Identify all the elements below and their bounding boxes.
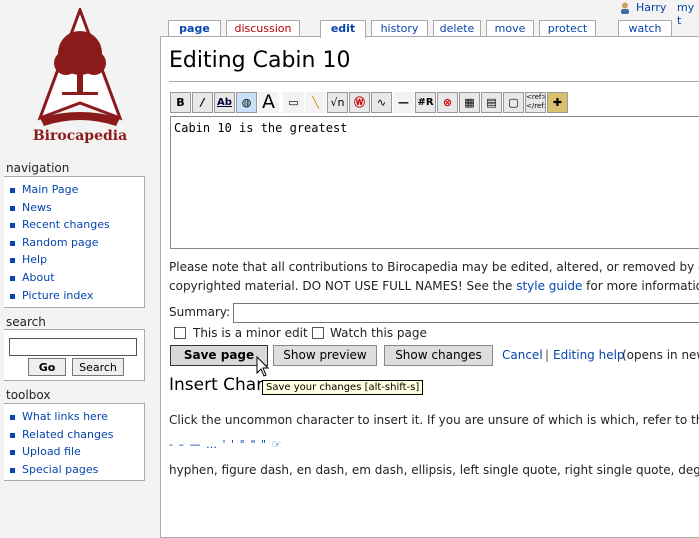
ref-icon[interactable]: <ref></ref> [525,92,546,113]
toolbox-item-special-pages[interactable]: Special pages [10,461,144,479]
nav-item-picture-index[interactable]: Picture index [10,287,144,305]
contribution-note: Please note that all contributions to Bi… [169,260,699,274]
mouse-pointer-icon [256,356,270,377]
special-characters[interactable]: - – — … ' ' ° " " ☞ [169,438,282,451]
signature-icon[interactable]: ∿ [371,92,392,113]
nav-link-random-page[interactable]: Random page [22,236,99,249]
gallery-icon[interactable]: ▦ [459,92,480,113]
search-portlet: Go Search [4,329,145,381]
summary-input[interactable] [233,303,699,323]
show-preview-button[interactable]: Show preview [273,345,377,366]
copyright-note: copyrighted material. DO NOT USE FULL NA… [169,279,699,293]
character-names: hyphen, figure dash, en dash, em dash, e… [169,463,699,477]
toolbox-link-related-changes[interactable]: Related changes [22,428,114,441]
heading-icon[interactable]: A [258,92,279,113]
search-title: search [6,315,46,329]
user-link-harry[interactable]: Harry [636,1,666,14]
table-icon[interactable]: ▢ [503,92,524,113]
edit-textarea[interactable]: Cabin 10 is the greatest [170,116,699,249]
link-separator: | [545,348,550,362]
navigation-title: navigation [6,161,70,175]
title-divider [169,81,699,82]
nav-link-about[interactable]: About [22,271,55,284]
tab-watch[interactable]: watch [618,20,672,36]
style-guide-link[interactable]: style guide [516,279,582,293]
nav-item-about[interactable]: About [10,269,144,287]
minor-edit-label: This is a minor edit [193,326,308,340]
nav-link-recent-changes[interactable]: Recent changes [22,218,110,231]
site-logo[interactable] [30,8,130,148]
copyright-note-suffix: for more information. [586,279,699,293]
italic-icon[interactable]: / [192,92,213,113]
redirect-icon[interactable]: #R [415,92,436,113]
show-changes-button[interactable]: Show changes [384,345,493,366]
navigation-portlet: Main Page News Recent changes Random pag… [4,176,145,308]
search-input[interactable] [9,338,137,356]
watch-page-checkbox[interactable] [312,327,324,339]
toolbox-link-what-links-here[interactable]: What links here [22,410,108,423]
toolbox-link-upload-file[interactable]: Upload file [22,445,81,458]
link-icon[interactable]: Ab [214,92,235,113]
quote-icon[interactable]: ▤ [481,92,502,113]
save-tooltip: Save your changes [alt-shift-s] [262,380,424,395]
nav-item-help[interactable]: Help [10,251,144,269]
user-icon [621,2,629,14]
tab-move[interactable]: move [486,20,534,36]
user-link-talk[interactable]: my t [677,1,699,27]
toolbox-title: toolbox [6,388,51,402]
search-button[interactable]: Search [72,358,124,376]
toolbox-item-related-changes[interactable]: Related changes [10,426,144,444]
toolbox-item-what-links-here[interactable]: What links here [10,408,144,426]
minor-edit-checkbox[interactable] [174,327,186,339]
cancel-link[interactable]: Cancel [502,348,543,362]
tab-discussion[interactable]: discussion [226,20,300,36]
tab-delete[interactable]: delete [433,20,481,36]
nowiki-icon[interactable]: Ⓦ [349,92,370,113]
toolbox-item-upload-file[interactable]: Upload file [10,443,144,461]
nav-item-main-page[interactable]: Main Page [10,181,144,199]
math-icon[interactable]: √n [327,92,348,113]
toolbox-link-special-pages[interactable]: Special pages [22,463,98,476]
site-name: Birocapedia [32,128,128,144]
copyright-note-text: copyrighted material. DO NOT USE FULL NA… [169,279,517,293]
editing-help-link[interactable]: Editing help [553,348,625,362]
nav-link-news[interactable]: News [22,201,52,214]
editing-help-suffix: (opens in new [622,348,699,362]
page-title: Editing Cabin 10 [169,48,351,73]
nav-link-picture-index[interactable]: Picture index [22,289,93,302]
image-icon[interactable]: ▭ [283,92,304,113]
tab-protect[interactable]: protect [539,20,596,36]
insert-characters-heading: Insert Char [169,375,264,395]
external-link-icon[interactable]: ◍ [236,92,257,113]
watch-page-label: Watch this page [330,326,427,340]
tab-page[interactable]: page [168,20,221,36]
strike-icon[interactable]: ⊗ [437,92,458,113]
nav-item-random-page[interactable]: Random page [10,234,144,252]
tab-edit[interactable]: edit [320,20,366,38]
summary-label: Summary: [169,305,231,319]
hr-icon[interactable]: — [393,92,414,113]
nav-link-help[interactable]: Help [22,253,47,266]
toolbox-portlet: What links here Related changes Upload f… [4,403,145,481]
bold-icon[interactable]: B [170,92,191,113]
nav-item-news[interactable]: News [10,199,144,217]
edit-toolbar: B / Ab ◍ A ▭ ╲ √n Ⓦ ∿ — #R ⊗ ▦ ▤ ▢ <ref>… [170,92,590,114]
insert-instructions: Click the uncommon character to insert i… [169,413,699,427]
insert-icon[interactable]: ✚ [547,92,568,113]
nav-link-main-page[interactable]: Main Page [22,183,78,196]
go-button[interactable]: Go [28,358,66,376]
tab-history[interactable]: history [371,20,428,36]
media-icon[interactable]: ╲ [305,92,326,113]
save-page-button[interactable]: Save page [170,345,268,366]
nav-item-recent-changes[interactable]: Recent changes [10,216,144,234]
